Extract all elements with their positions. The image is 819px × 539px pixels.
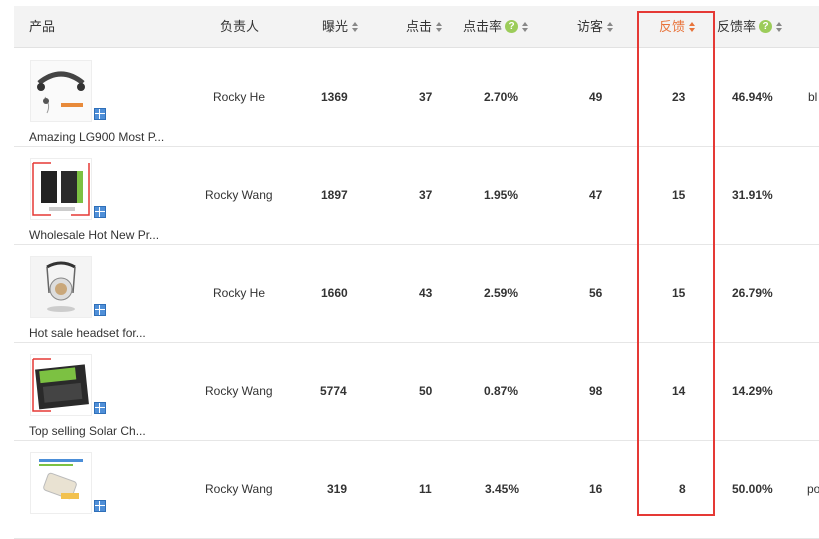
table-row: Rocky Wang 319 11 3.45% 16 8 50.00% po	[14, 440, 819, 539]
feedback-rate-cell: 31.91%	[732, 188, 773, 202]
product-thumbnail[interactable]	[30, 158, 92, 220]
feedback-cell: 23	[672, 90, 686, 104]
clicks-cell: 11	[419, 482, 432, 496]
feedback-cell: 15	[672, 188, 686, 202]
grid-view-icon[interactable]	[94, 304, 106, 316]
exposure-cell: 5774	[320, 384, 347, 398]
product-thumbnail[interactable]	[30, 452, 92, 514]
clicks-cell: 43	[419, 286, 433, 300]
ctr-cell: 2.59%	[484, 286, 519, 300]
header-feedback-rate-sort[interactable]: 反馈率?	[717, 6, 783, 47]
sort-icon[interactable]	[352, 21, 359, 32]
header-clicks-label: 点击	[406, 19, 433, 34]
header-feedback-label: 反馈	[659, 19, 686, 34]
header-exposure-sort[interactable]: 曝光	[322, 6, 359, 47]
table-row: Hot sale headset for... Rocky He 1660 43…	[14, 244, 819, 343]
product-name[interactable]: Top selling Solar Ch...	[29, 424, 189, 438]
visitors-cell: 49	[589, 90, 603, 104]
product-thumbnail[interactable]	[30, 354, 92, 416]
clicks-cell: 50	[419, 384, 433, 398]
header-visitors-sort[interactable]: 访客	[577, 6, 614, 47]
header-ctr-sort[interactable]: 点击率?	[463, 6, 529, 47]
sort-icon[interactable]	[689, 21, 696, 32]
extra-cell: bl	[808, 90, 818, 104]
visitors-cell: 56	[589, 286, 603, 300]
sort-icon[interactable]	[522, 21, 529, 32]
sort-icon[interactable]	[607, 21, 614, 32]
feedback-rate-cell: 46.94%	[732, 90, 773, 104]
product-thumbnail[interactable]	[30, 60, 92, 122]
ctr-cell: 3.45%	[485, 482, 520, 496]
ctr-cell: 2.70%	[484, 90, 519, 104]
owner-cell: Rocky Wang	[205, 384, 273, 398]
product-name[interactable]: Hot sale headset for...	[29, 326, 189, 340]
exposure-cell: 1660	[321, 286, 348, 300]
header-visitors-label: 访客	[577, 19, 604, 34]
visitors-cell: 98	[589, 384, 603, 398]
header-feedback-rate-label: 反馈率	[717, 19, 757, 34]
feedback-rate-cell: 26.79%	[732, 286, 773, 300]
sort-icon[interactable]	[436, 21, 443, 32]
feedback-cell: 15	[672, 286, 686, 300]
header-feedback-sort[interactable]: 反馈	[659, 6, 696, 47]
product-name[interactable]: Amazing LG900 Most P...	[29, 130, 189, 144]
sort-icon[interactable]	[776, 21, 783, 32]
clicks-cell: 37	[419, 188, 433, 202]
visitors-cell: 47	[589, 188, 603, 202]
header-clicks-sort[interactable]: 点击	[406, 6, 443, 47]
header-owner: 负责人	[220, 19, 260, 34]
grid-view-icon[interactable]	[94, 108, 106, 120]
extra-cell: po	[807, 482, 819, 496]
table-row: Top selling Solar Ch... Rocky Wang 5774 …	[14, 342, 819, 441]
owner-cell: Rocky Wang	[205, 482, 273, 496]
table-header: 产品 负责人 曝光 点击 点击率? 访客 反馈 反馈率?	[14, 6, 819, 48]
grid-view-icon[interactable]	[94, 500, 106, 512]
grid-view-icon[interactable]	[94, 206, 106, 218]
owner-cell: Rocky He	[213, 90, 266, 104]
ctr-cell: 0.87%	[484, 384, 519, 398]
question-circle-icon[interactable]: ?	[505, 20, 519, 34]
product-thumbnail[interactable]	[30, 256, 92, 318]
feedback-rate-cell: 50.00%	[732, 482, 773, 496]
grid-view-icon[interactable]	[94, 402, 106, 414]
header-ctr-label: 点击率	[463, 19, 503, 34]
exposure-cell: 1369	[321, 90, 348, 104]
owner-cell: Rocky Wang	[205, 188, 273, 202]
table-row: Amazing LG900 Most P... Rocky He 1369 37…	[14, 48, 819, 147]
feedback-rate-cell: 14.29%	[732, 384, 773, 398]
exposure-cell: 1897	[321, 188, 348, 202]
ctr-cell: 1.95%	[484, 188, 519, 202]
feedback-cell: 14	[672, 384, 686, 398]
exposure-cell: 319	[327, 482, 348, 496]
owner-cell: Rocky He	[213, 286, 266, 300]
clicks-cell: 37	[419, 90, 433, 104]
product-name[interactable]: Wholesale Hot New Pr...	[29, 228, 189, 242]
feedback-cell: 8	[679, 482, 686, 496]
table-row: Wholesale Hot New Pr... Rocky Wang 1897 …	[14, 146, 819, 245]
visitors-cell: 16	[589, 482, 603, 496]
header-product: 产品	[29, 19, 56, 34]
question-circle-icon[interactable]: ?	[759, 20, 773, 34]
header-exposure-label: 曝光	[322, 19, 349, 34]
